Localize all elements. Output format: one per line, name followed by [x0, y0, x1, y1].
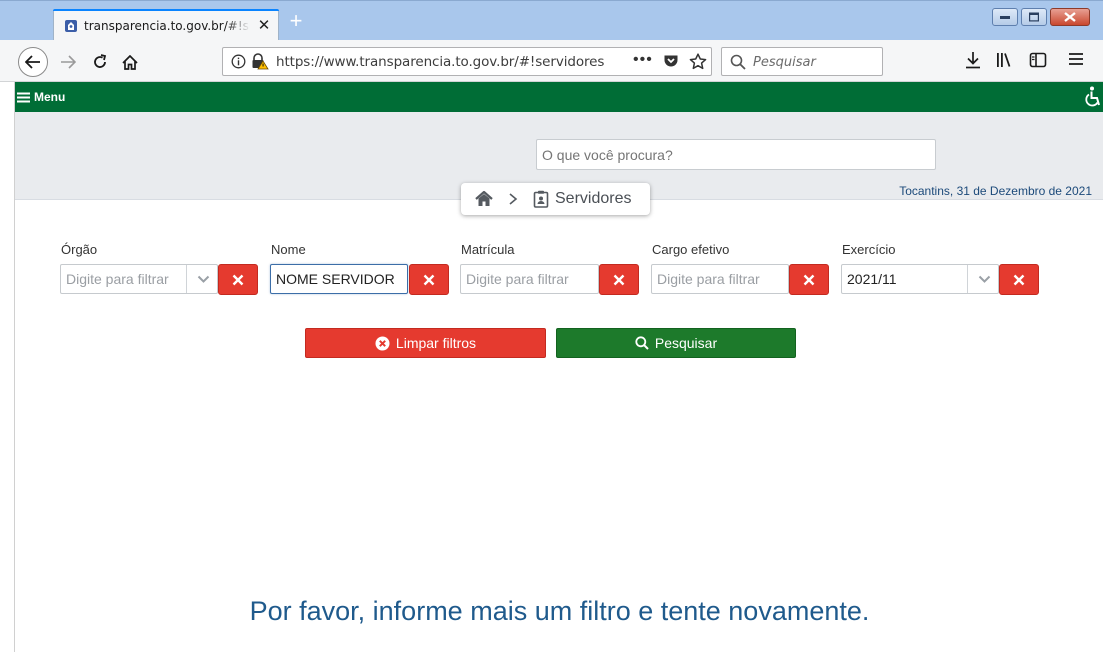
results-message: Por favor, informe mais um filtro e tent…: [249, 596, 870, 626]
exercicio-value: 2021/11: [847, 271, 897, 287]
info-icon[interactable]: [231, 54, 246, 69]
cargo-input[interactable]: Digite para filtrar: [651, 264, 789, 294]
breadcrumb-home-icon[interactable]: [475, 190, 493, 208]
close-icon: [1013, 274, 1025, 285]
id-badge-icon: [533, 190, 549, 208]
back-icon[interactable]: [18, 47, 48, 77]
pocket-icon[interactable]: [663, 54, 679, 69]
bookmark-star-icon[interactable]: [689, 53, 707, 70]
exercicio-label: Exercício: [842, 242, 896, 257]
window-controls: [992, 8, 1090, 26]
orgao-clear-button[interactable]: [218, 264, 258, 295]
matricula-clear-button[interactable]: [599, 264, 639, 295]
browser-tab[interactable]: transparencia.to.gov.br/#!servidores ✕: [53, 9, 279, 42]
cargo-placeholder: Digite para filtrar: [657, 271, 760, 287]
times-circle-icon: [375, 336, 390, 350]
minimize-icon[interactable]: [992, 8, 1018, 26]
sidebar-icon[interactable]: [1029, 51, 1047, 69]
cargo-label: Cargo efetivo: [652, 242, 730, 257]
matricula-label: Matrícula: [461, 242, 515, 257]
insecure-lock-icon[interactable]: [251, 53, 269, 70]
orgao-select[interactable]: Digite para filtrar: [60, 264, 218, 294]
matricula-placeholder: Digite para filtrar: [466, 271, 569, 287]
browser-search-placeholder: Pesquisar: [753, 55, 816, 70]
chevron-down-icon[interactable]: [978, 275, 991, 284]
cargo-clear-button[interactable]: [789, 264, 829, 295]
browser-toolbar: https://www.transparencia.to.gov.br/#!se…: [0, 40, 1103, 82]
breadcrumb-current: Servidores: [555, 190, 632, 207]
exercicio-select[interactable]: 2021/11: [841, 264, 999, 294]
nome-input[interactable]: NOME SERVIDOR: [270, 264, 408, 294]
search-icon: [730, 54, 746, 70]
maximize-icon[interactable]: [1021, 8, 1047, 26]
home-icon[interactable]: [116, 48, 144, 76]
clear-filters-label: Limpar filtros: [395, 335, 477, 351]
downloads-icon[interactable]: [965, 51, 981, 69]
menu-button[interactable]: Menu: [17, 90, 65, 104]
window-close-icon[interactable]: [1050, 8, 1090, 26]
page-viewport: Menu Tocantins, 31 de Dezembro de 2021 S…: [14, 82, 1103, 652]
close-icon: [423, 274, 435, 285]
close-icon: [232, 274, 244, 285]
exercicio-clear-button[interactable]: [999, 264, 1039, 295]
orgao-label: Órgão: [61, 242, 98, 257]
chevron-down-icon[interactable]: [197, 275, 210, 284]
forward-icon[interactable]: [54, 48, 82, 76]
search-button-label: Pesquisar: [654, 335, 718, 351]
tab-title: transparencia.to.gov.br/#!servidores: [84, 19, 250, 33]
nome-value: NOME SERVIDOR: [276, 271, 395, 287]
reload-icon[interactable]: [86, 48, 114, 76]
menu-icon: [17, 92, 30, 102]
breadcrumb: Servidores: [461, 183, 650, 215]
search-icon: [635, 336, 649, 350]
site-top-nav: Menu: [15, 82, 1103, 112]
exercicio-divider: [967, 265, 968, 293]
url-text: https://www.transparencia.to.gov.br/#!se…: [276, 54, 605, 70]
browser-search-bar[interactable]: Pesquisar: [721, 47, 883, 76]
orgao-placeholder: Digite para filtrar: [66, 271, 169, 287]
close-icon: [803, 274, 815, 285]
library-icon[interactable]: [996, 51, 1014, 69]
site-search-input[interactable]: [536, 139, 936, 170]
close-icon: [613, 274, 625, 285]
page-actions-icon[interactable]: •••: [633, 51, 653, 69]
nome-clear-button[interactable]: [409, 264, 449, 295]
tab-close-icon[interactable]: ✕: [256, 18, 272, 34]
address-bar[interactable]: https://www.transparencia.to.gov.br/#!se…: [222, 47, 712, 76]
accessibility-icon[interactable]: [1082, 86, 1102, 108]
filter-row: Órgão Digite para filtrar Nome NOME SERV…: [15, 242, 1103, 302]
menu-label: Menu: [34, 90, 66, 104]
clear-filters-button[interactable]: Limpar filtros: [305, 328, 546, 358]
orgao-divider: [186, 265, 187, 293]
search-button[interactable]: Pesquisar: [556, 328, 796, 358]
date-line: Tocantins, 31 de Dezembro de 2021: [899, 184, 1092, 198]
chevron-right-icon: [509, 193, 518, 205]
nome-label: Nome: [271, 242, 306, 257]
browser-titlebar: transparencia.to.gov.br/#!servidores ✕ +: [0, 0, 1103, 42]
hamburger-menu-icon[interactable]: [1068, 51, 1084, 67]
matricula-input[interactable]: Digite para filtrar: [460, 264, 599, 294]
site-favicon-icon: [65, 20, 77, 32]
new-tab-icon[interactable]: +: [286, 10, 306, 32]
